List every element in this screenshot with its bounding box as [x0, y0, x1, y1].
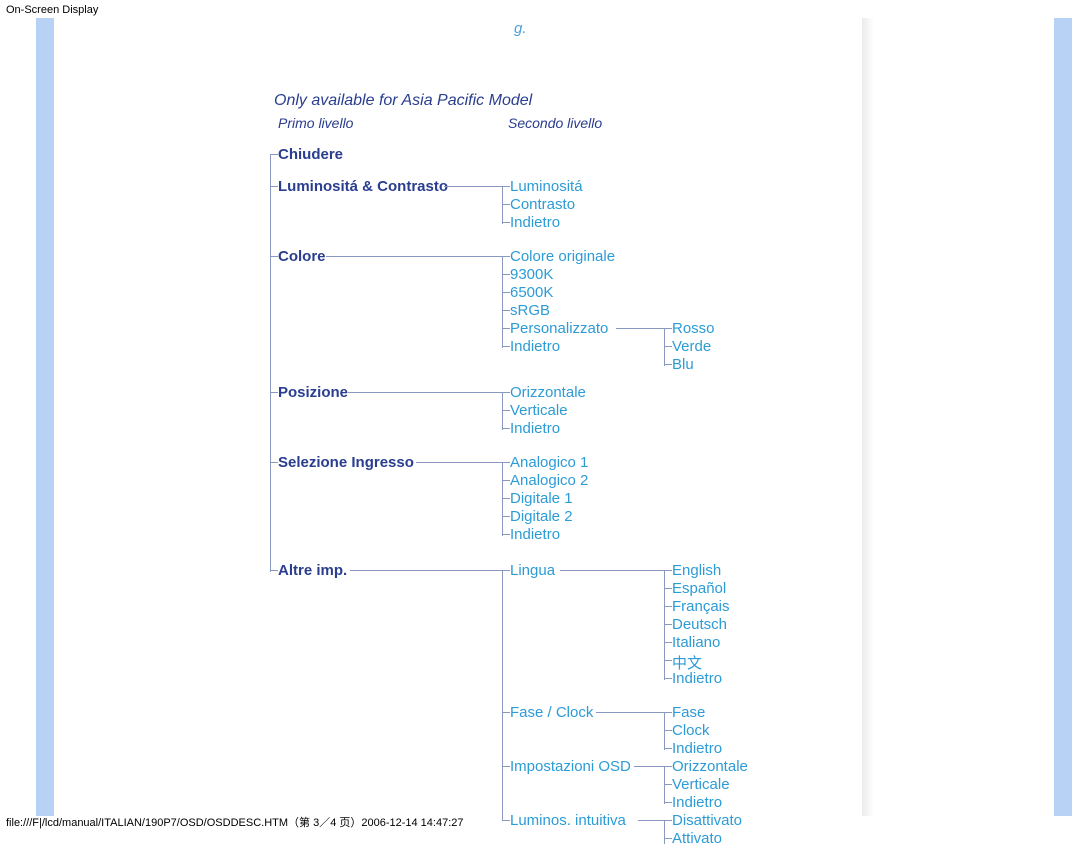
submenu-6500k: 6500K	[510, 284, 553, 301]
decor-bar-right	[1054, 18, 1072, 816]
col-header-secondo: Secondo livello	[508, 115, 602, 131]
submenu-fase-clock: Fase / Clock	[510, 704, 593, 721]
subsub-attivato: Attivato	[672, 830, 722, 847]
submenu-personalizzato: Personalizzato	[510, 320, 608, 337]
lang-deutsch: Deutsch	[672, 616, 727, 633]
lang-english: English	[672, 562, 721, 579]
lang-espanol: Español	[672, 580, 726, 597]
submenu-analogico-1: Analogico 1	[510, 454, 588, 471]
submenu-lingua: Lingua	[510, 562, 555, 579]
submenu-verticale: Verticale	[510, 402, 568, 419]
clipped-text-fragment: g.	[514, 20, 527, 37]
submenu-indietro: Indietro	[510, 526, 560, 543]
subsub-rosso: Rosso	[672, 320, 715, 337]
submenu-luminosita: Luminositá	[510, 178, 583, 195]
submenu-luminos-intuitiva: Luminos. intuitiva	[510, 812, 626, 829]
section-heading: Only available for Asia Pacific Model	[274, 92, 532, 110]
menu-chiudere: Chiudere	[278, 146, 343, 163]
subsub-disattivato: Disattivato	[672, 812, 742, 829]
submenu-indietro: Indietro	[510, 338, 560, 355]
submenu-digitale-2: Digitale 2	[510, 508, 573, 525]
submenu-digitale-1: Digitale 1	[510, 490, 573, 507]
submenu-srgb: sRGB	[510, 302, 550, 319]
menu-posizione: Posizione	[278, 384, 348, 401]
menu-colore: Colore	[278, 248, 326, 265]
submenu-analogico-2: Analogico 2	[510, 472, 588, 489]
subsub-indietro: Indietro	[672, 740, 722, 757]
subsub-orizzontale: Orizzontale	[672, 758, 748, 775]
submenu-impostazioni-osd: Impostazioni OSD	[510, 758, 631, 775]
document-page: g. Only available for Asia Pacific Model…	[54, 18, 862, 816]
page-shadow	[862, 18, 874, 816]
submenu-9300k: 9300K	[510, 266, 553, 283]
submenu-contrasto: Contrasto	[510, 196, 575, 213]
menu-altre-imp: Altre imp.	[278, 562, 347, 579]
lang-francais: Français	[672, 598, 730, 615]
subsub-verticale: Verticale	[672, 776, 730, 793]
col-header-primo: Primo livello	[278, 115, 353, 131]
submenu-indietro: Indietro	[510, 214, 560, 231]
page-title: On-Screen Display	[6, 4, 98, 16]
menu-luminosita-contrasto: Luminositá & Contrasto	[278, 178, 448, 195]
subsub-fase: Fase	[672, 704, 705, 721]
submenu-orizzontale: Orizzontale	[510, 384, 586, 401]
lang-italiano: Italiano	[672, 634, 720, 651]
footer-file-path: file:///F|/lcd/manual/ITALIAN/190P7/OSD/…	[6, 814, 464, 830]
submenu-indietro: Indietro	[510, 420, 560, 437]
menu-selezione-ingresso: Selezione Ingresso	[278, 454, 414, 471]
subsub-verde: Verde	[672, 338, 711, 355]
subsub-indietro: Indietro	[672, 794, 722, 811]
decor-bar-left	[36, 18, 54, 816]
subsub-clock: Clock	[672, 722, 710, 739]
subsub-blu: Blu	[672, 356, 694, 373]
lang-indietro: Indietro	[672, 670, 722, 687]
submenu-colore-originale: Colore originale	[510, 248, 615, 265]
